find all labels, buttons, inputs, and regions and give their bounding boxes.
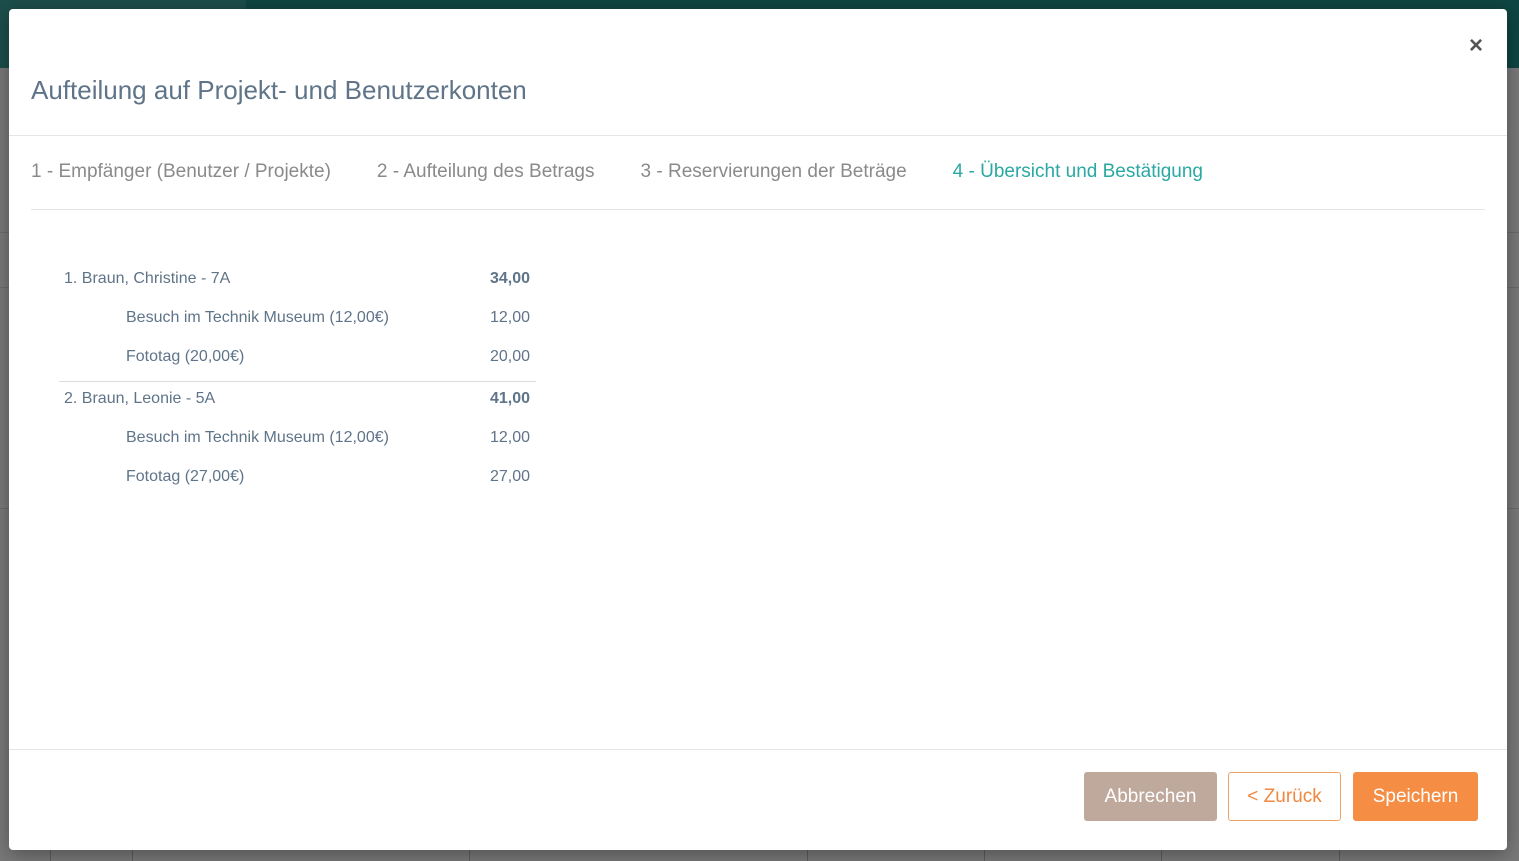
item-amount: 12,00 [489, 309, 530, 326]
summary-item-row: Fototag (20,00€) 20,00 [59, 342, 536, 381]
close-icon[interactable]: × [1465, 34, 1487, 58]
item-amount: 12,00 [489, 429, 530, 446]
split-dialog: × Aufteilung auf Projekt- und Benutzerko… [9, 9, 1507, 850]
person-name: 1. Braun, Christine - 7A [64, 270, 231, 287]
summary-item-row: Fototag (27,00€) 27,00 [59, 462, 536, 501]
step-recipients[interactable]: 1 - Empfänger (Benutzer / Projekte) [31, 161, 331, 183]
item-label: Besuch im Technik Museum (12,00€) [126, 429, 389, 446]
wizard-steps: 1 - Empfänger (Benutzer / Projekte) 2 - … [31, 161, 1249, 183]
footer-divider [9, 749, 1507, 750]
item-amount: 27,00 [489, 468, 530, 485]
step-overview[interactable]: 4 - Übersicht und Bestätigung [953, 161, 1203, 183]
item-amount: 20,00 [489, 348, 530, 365]
cancel-button[interactable]: Abbrechen [1084, 772, 1217, 821]
summary-person-row: 1. Braun, Christine - 7A 34,00 [59, 264, 536, 303]
item-label: Fototag (27,00€) [126, 468, 245, 485]
step-reservations[interactable]: 3 - Reservierungen der Beträge [641, 161, 907, 183]
back-button[interactable]: < Zurück [1228, 772, 1341, 821]
summary-person-row: 2. Braun, Leonie - 5A 41,00 [59, 384, 536, 423]
person-name: 2. Braun, Leonie - 5A [64, 390, 216, 407]
person-total: 34,00 [489, 270, 530, 287]
summary-separator [59, 381, 536, 382]
summary-item-row: Besuch im Technik Museum (12,00€) 12,00 [59, 303, 536, 342]
summary-item-row: Besuch im Technik Museum (12,00€) 12,00 [59, 423, 536, 462]
steps-divider [31, 209, 1485, 210]
header-divider [9, 135, 1507, 136]
save-button[interactable]: Speichern [1353, 772, 1478, 821]
item-label: Besuch im Technik Museum (12,00€) [126, 309, 389, 326]
dialog-title: Aufteilung auf Projekt- und Benutzerkont… [31, 75, 527, 105]
person-total: 41,00 [489, 390, 530, 407]
step-split-amount[interactable]: 2 - Aufteilung des Betrags [377, 161, 595, 183]
item-label: Fototag (20,00€) [126, 348, 245, 365]
summary-table: 1. Braun, Christine - 7A 34,00 Besuch im… [59, 264, 536, 501]
